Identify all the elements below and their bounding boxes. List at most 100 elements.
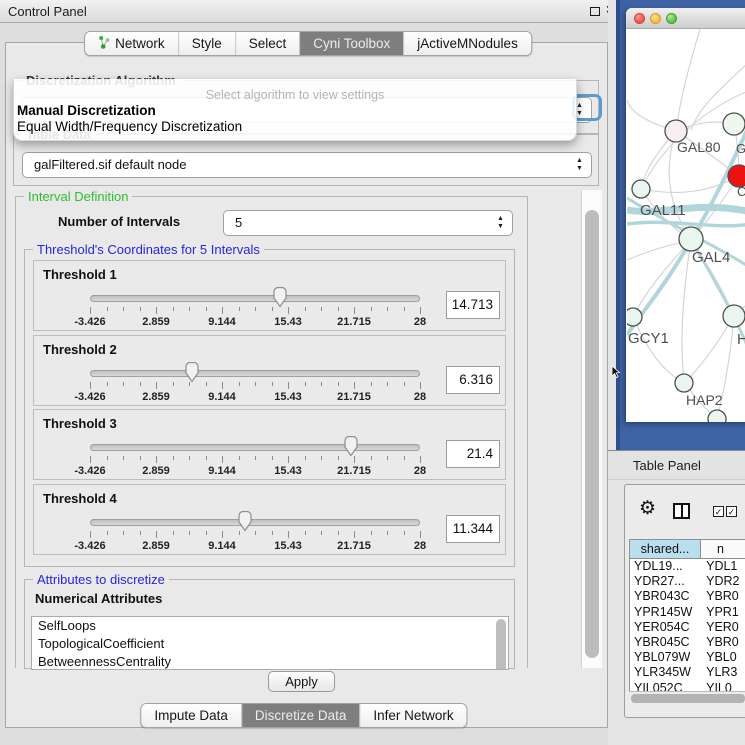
main-scrollbar-thumb[interactable] [585, 210, 599, 658]
tick-mark [156, 531, 157, 538]
thresholds-group: Threshold's Coordinates for 5 Intervals … [24, 249, 515, 567]
threshold-slider[interactable]: -3.4262.8599.14415.4321.71528 [90, 362, 420, 404]
minimize-traffic-light-icon[interactable] [650, 13, 661, 24]
cell-shared-name: YDL19... [630, 559, 702, 574]
attribute-list-item[interactable]: BetweennessCentrality [32, 653, 508, 670]
threshold-slider[interactable]: -3.4262.8599.14415.4321.71528 [90, 436, 420, 478]
table-hscrollbar-thumb[interactable] [631, 694, 745, 703]
network-node-gal11[interactable] [632, 180, 650, 198]
cell-shared-name: YBR045C [630, 635, 702, 650]
scale-label: 21.715 [337, 465, 371, 477]
slider-handle[interactable] [184, 362, 201, 383]
tick-mark [123, 531, 124, 535]
number-of-intervals-combobox[interactable]: 5 ▲▼ [223, 210, 513, 236]
table-data-combobox[interactable]: galFiltered.sif default node ▲▼ [22, 152, 592, 178]
numerical-attributes-list[interactable]: SelfLoopsTopologicalCoefficientBetweenne… [31, 616, 509, 670]
column-header-shared-name[interactable]: shared... [630, 540, 701, 558]
checkbox-icon[interactable]: ✓ [726, 506, 737, 517]
zoom-traffic-light-icon[interactable] [666, 13, 677, 24]
slider-track[interactable] [90, 519, 420, 526]
threshold-panel: Threshold 3-3.4262.8599.14415.4321.71528… [33, 409, 506, 480]
checkbox-icon[interactable]: ✓ [713, 506, 724, 517]
scale-label: 2.859 [142, 540, 170, 552]
scale-label: 28 [414, 465, 426, 477]
network-node-gcy1[interactable] [627, 308, 642, 326]
main-scrollbar-track[interactable] [581, 190, 602, 668]
table-row[interactable]: YBL079WYBL0 [630, 650, 745, 665]
table-data-group: Table Data galFiltered.sif default node … [13, 134, 599, 186]
scale-label: 2.859 [142, 465, 170, 477]
table-hscrollbar-track[interactable] [629, 691, 745, 704]
dropdown-option-equal-width-frequency[interactable]: Equal Width/Frequency Discretization [17, 119, 242, 134]
attribute-list-item[interactable]: SelfLoops [32, 617, 508, 635]
network-node-hap2[interactable] [675, 374, 693, 392]
slider-track[interactable] [90, 370, 420, 377]
table-row[interactable]: YIL052CYIL0 [630, 681, 745, 692]
scale-label: 28 [414, 316, 426, 328]
bottom-tab-bar: Impute Data Discretize Data Infer Network [140, 703, 467, 728]
column-header-name[interactable]: n [701, 540, 745, 558]
cell-name: YDL1 [702, 559, 745, 574]
scale-label: 21.715 [337, 316, 371, 328]
slider-handle[interactable] [272, 287, 289, 308]
tab-label: Infer Network [373, 708, 453, 723]
dropdown-option-manual-discretization[interactable]: Manual Discretization [17, 103, 156, 118]
table-row[interactable]: YPR145WYPR1 [630, 605, 745, 620]
list-scrollbar-thumb[interactable] [496, 619, 506, 670]
table-row[interactable]: YLR345WYLR3 [630, 665, 745, 680]
scale-label: 15.43 [274, 465, 302, 477]
threshold-slider[interactable]: -3.4262.8599.14415.4321.71528 [90, 287, 420, 329]
float-window-icon[interactable] [590, 7, 600, 16]
threshold-value-field[interactable]: 11.344 [446, 515, 500, 543]
cell-shared-name: YER054C [630, 620, 702, 635]
cell-name: YBL0 [702, 650, 745, 665]
threshold-value-field[interactable]: 6.316 [446, 366, 500, 394]
table-row[interactable]: YDL19...YDL1 [630, 559, 745, 574]
tab-cyni-toolbox[interactable]: Cyni Toolbox [299, 32, 403, 55]
gear-icon[interactable]: ⚙ [639, 499, 656, 518]
tab-discretize-data[interactable]: Discretize Data [241, 704, 360, 727]
table-row[interactable]: YBR043CYBR0 [630, 589, 745, 604]
tick-mark [140, 307, 141, 311]
threshold-label: Threshold 2 [43, 342, 117, 357]
split-columns-icon[interactable] [673, 503, 690, 519]
slider-track[interactable] [90, 295, 420, 302]
tab-jactivemnodules[interactable]: jActiveMNodules [403, 32, 531, 55]
network-node[interactable] [708, 410, 726, 422]
close-traffic-light-icon[interactable] [634, 13, 645, 24]
tab-label: Impute Data [154, 708, 228, 723]
cell-name: YER0 [702, 620, 745, 635]
cell-shared-name: YIL052C [630, 681, 702, 692]
table-panel-window: ⚙ ✓ ✓ shared... n YDL19...YDL1YDR27...YD… [624, 484, 745, 718]
threshold-value-field[interactable]: 14.713 [446, 291, 500, 319]
threshold-slider[interactable]: -3.4262.8599.14415.4321.71528 [90, 511, 420, 553]
network-canvas[interactable]: GAL80GACGAL11GAL4GCY1HHAP2 [627, 29, 745, 422]
tab-style[interactable]: Style [178, 32, 235, 55]
tab-select[interactable]: Select [235, 32, 300, 55]
network-node-h[interactable] [723, 305, 745, 327]
tick-mark [107, 382, 108, 386]
tab-impute-data[interactable]: Impute Data [141, 704, 241, 727]
stepper-icon[interactable]: ▲▼ [575, 157, 584, 173]
tab-network[interactable]: Network [85, 32, 178, 55]
tick-mark [404, 307, 405, 311]
combobox-value: galFiltered.sif default node [34, 157, 186, 172]
tick-mark [90, 531, 91, 538]
attribute-list-item[interactable]: TopologicalCoefficient [32, 635, 508, 653]
slider-handle[interactable] [342, 436, 359, 457]
table-row[interactable]: YBR045CYBR0 [630, 635, 745, 650]
table-row[interactable]: YER054CYER0 [630, 620, 745, 635]
tick-mark [288, 382, 289, 389]
network-node-ga[interactable] [723, 113, 745, 135]
tab-infer-network[interactable]: Infer Network [359, 704, 466, 727]
network-node-gal4[interactable] [679, 227, 703, 251]
slider-handle[interactable] [237, 511, 254, 532]
slider-scale-labels: -3.4262.8599.14415.4321.71528 [90, 465, 420, 477]
stepper-icon[interactable]: ▲▼ [496, 215, 505, 231]
slider-track[interactable] [90, 444, 420, 451]
slider-tick-marks [90, 382, 420, 390]
table-row[interactable]: YDR27...YDR2 [630, 574, 745, 589]
threshold-value-field[interactable]: 21.4 [446, 440, 500, 468]
apply-button[interactable]: Apply [268, 671, 335, 692]
tick-mark [255, 307, 256, 311]
